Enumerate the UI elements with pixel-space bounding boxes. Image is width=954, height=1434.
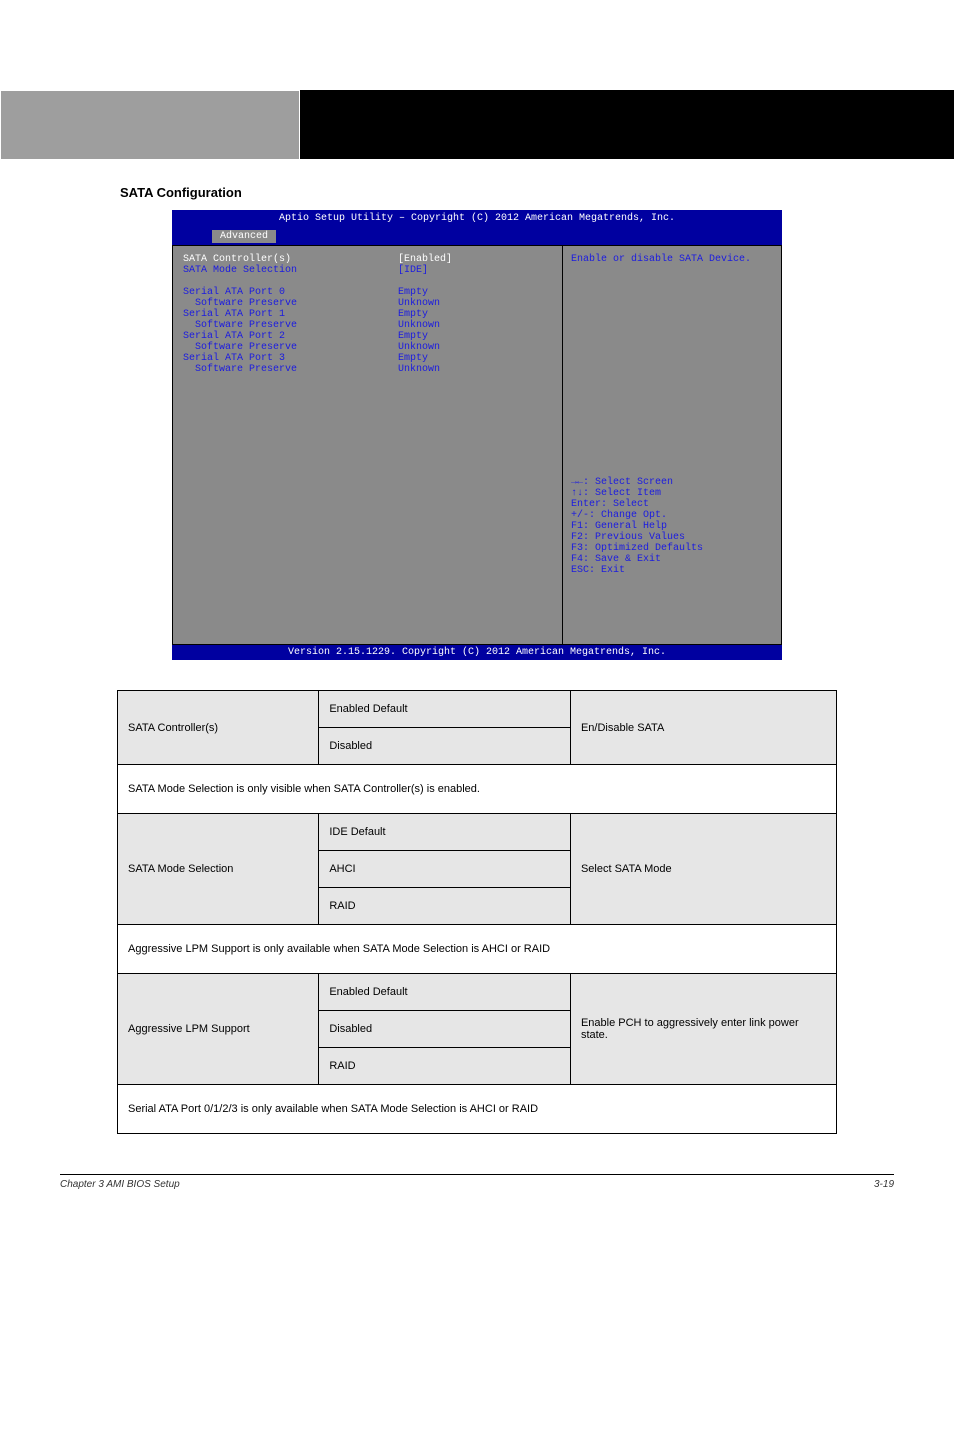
bios-settings-panel: SATA Controller(s) [Enabled] SATA Mode S… <box>173 246 563 644</box>
param-option: RAID <box>319 1048 571 1085</box>
table-row: SATA Mode Selection IDE Default Select S… <box>118 814 837 851</box>
page-footer: Chapter 3 AMI BIOS Setup 3-19 <box>60 1174 894 1190</box>
port-sw-row: Software Preserve Unknown <box>183 298 552 309</box>
key-hint: Enter: Select <box>571 499 773 510</box>
header-left <box>0 90 300 160</box>
page-header <box>0 90 954 160</box>
bios-key-legend: →←: Select Screen ↑↓: Select Item Enter:… <box>571 477 773 576</box>
table-row: Aggressive LPM Support Enabled Default E… <box>118 974 837 1011</box>
table-row: SATA Controller(s) Enabled Default En/Di… <box>118 691 837 728</box>
table-note-row: Serial ATA Port 0/1/2/3 is only availabl… <box>118 1085 837 1134</box>
port-row: Serial ATA Port 1 Empty <box>183 309 552 320</box>
port-sw-value: Unknown <box>398 320 552 331</box>
port-value: Empty <box>398 287 552 298</box>
port-row: Serial ATA Port 2 Empty <box>183 331 552 342</box>
bios-footer: Version 2.15.1229. Copyright (C) 2012 Am… <box>172 645 782 660</box>
param-desc: Select SATA Mode <box>570 814 836 925</box>
port-row: Serial ATA Port 3 Empty <box>183 353 552 364</box>
footer-left: Chapter 3 AMI BIOS Setup <box>60 1179 180 1190</box>
port-sw-value: Unknown <box>398 364 552 375</box>
port-sw-row: Software Preserve Unknown <box>183 364 552 375</box>
port-sw-label: Software Preserve <box>183 298 398 309</box>
setting-label: SATA Controller(s) <box>183 254 398 265</box>
key-hint: F1: General Help <box>571 521 773 532</box>
key-hint: →←: Select Screen <box>571 477 773 488</box>
port-sw-value: Unknown <box>398 298 552 309</box>
table-note: SATA Mode Selection is only visible when… <box>118 765 837 814</box>
bios-tab-bar: Advanced <box>172 225 782 245</box>
table-note-row: SATA Mode Selection is only visible when… <box>118 765 837 814</box>
param-option: Enabled Default <box>319 691 571 728</box>
param-option: Enabled Default <box>319 974 571 1011</box>
key-hint: F3: Optimized Defaults <box>571 543 773 554</box>
setting-sata-mode[interactable]: SATA Mode Selection [IDE] <box>183 265 552 276</box>
port-sw-label: Software Preserve <box>183 320 398 331</box>
param-option: AHCI <box>319 851 571 888</box>
port-sw-label: Software Preserve <box>183 364 398 375</box>
param-desc: En/Disable SATA <box>570 691 836 765</box>
bios-help-panel: Enable or disable SATA Device. →←: Selec… <box>563 246 781 644</box>
bios-help-text: Enable or disable SATA Device. <box>571 254 773 265</box>
section-title: SATA Configuration <box>120 185 954 200</box>
port-row: Serial ATA Port 0 Empty <box>183 287 552 298</box>
table-note: Serial ATA Port 0/1/2/3 is only availabl… <box>118 1085 837 1134</box>
port-value: Empty <box>398 309 552 320</box>
port-label: Serial ATA Port 3 <box>183 353 398 364</box>
port-sw-row: Software Preserve Unknown <box>183 342 552 353</box>
parameter-table: SATA Controller(s) Enabled Default En/Di… <box>117 690 837 1134</box>
key-hint: +/-: Change Opt. <box>571 510 773 521</box>
setting-sata-controller[interactable]: SATA Controller(s) [Enabled] <box>183 254 552 265</box>
tab-advanced[interactable]: Advanced <box>212 230 276 243</box>
bios-window: Aptio Setup Utility – Copyright (C) 2012… <box>172 210 782 660</box>
key-hint: F4: Save & Exit <box>571 554 773 565</box>
param-name: SATA Controller(s) <box>118 691 319 765</box>
port-value: Empty <box>398 331 552 342</box>
header-right <box>300 90 954 160</box>
key-hint: F2: Previous Values <box>571 532 773 543</box>
table-note: Aggressive LPM Support is only available… <box>118 925 837 974</box>
param-option: Disabled <box>319 1011 571 1048</box>
port-label: Serial ATA Port 2 <box>183 331 398 342</box>
setting-value: [Enabled] <box>398 254 552 265</box>
port-sw-row: Software Preserve Unknown <box>183 320 552 331</box>
port-label: Serial ATA Port 0 <box>183 287 398 298</box>
param-name: SATA Mode Selection <box>118 814 319 925</box>
port-label: Serial ATA Port 1 <box>183 309 398 320</box>
param-option: Disabled <box>319 728 571 765</box>
footer-right: 3-19 <box>874 1179 894 1190</box>
port-value: Empty <box>398 353 552 364</box>
table-note-row: Aggressive LPM Support is only available… <box>118 925 837 974</box>
key-hint: ↑↓: Select Item <box>571 488 773 499</box>
port-sw-label: Software Preserve <box>183 342 398 353</box>
key-hint: ESC: Exit <box>571 565 773 576</box>
setting-value: [IDE] <box>398 265 552 276</box>
param-name: Aggressive LPM Support <box>118 974 319 1085</box>
bios-title-bar: Aptio Setup Utility – Copyright (C) 2012… <box>172 210 782 225</box>
param-option: RAID <box>319 888 571 925</box>
setting-label: SATA Mode Selection <box>183 265 398 276</box>
param-option: IDE Default <box>319 814 571 851</box>
param-desc: Enable PCH to aggressively enter link po… <box>570 974 836 1085</box>
port-sw-value: Unknown <box>398 342 552 353</box>
